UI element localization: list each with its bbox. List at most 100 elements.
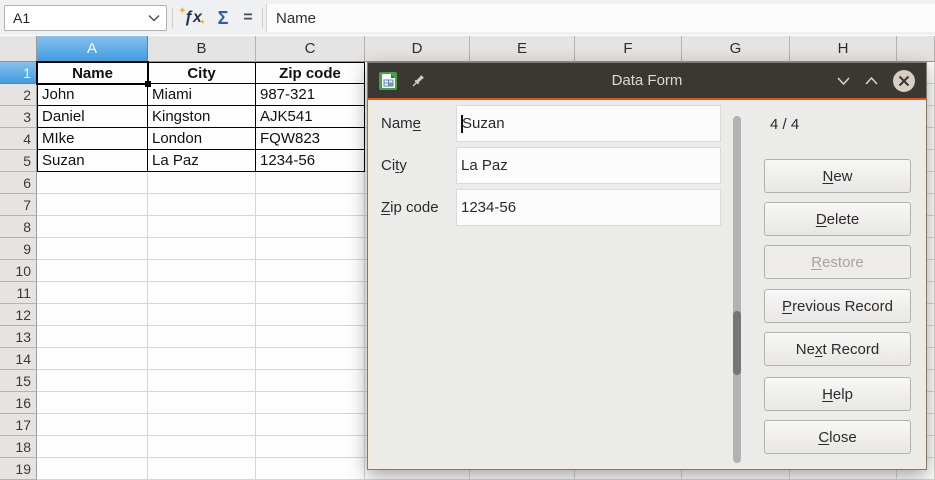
row-header-7[interactable]: 7	[0, 194, 37, 216]
row-header-18[interactable]: 18	[0, 436, 37, 458]
column-header-F[interactable]: F	[575, 36, 682, 62]
close-icon[interactable]	[892, 69, 916, 93]
cell-C18[interactable]	[256, 436, 365, 458]
cell-C2[interactable]: 987-321	[256, 84, 365, 106]
cell-B6[interactable]	[148, 172, 256, 194]
cell-B3[interactable]: Kingston	[148, 106, 256, 128]
cell-A17[interactable]	[37, 414, 148, 436]
pin-icon[interactable]	[410, 73, 426, 89]
sum-icon[interactable]: Σ	[210, 4, 236, 32]
cell-A4[interactable]: MIke	[37, 128, 148, 150]
fill-handle[interactable]	[145, 81, 151, 87]
cell-A12[interactable]	[37, 304, 148, 326]
cell-A2[interactable]: John	[37, 84, 148, 106]
cell-C17[interactable]	[256, 414, 365, 436]
row-header-6[interactable]: 6	[0, 172, 37, 194]
row-header-2[interactable]: 2	[0, 84, 37, 106]
chevron-down-icon[interactable]	[148, 14, 160, 22]
cell-A11[interactable]	[37, 282, 148, 304]
cell-C7[interactable]	[256, 194, 365, 216]
next-record-button[interactable]: Next Record	[764, 332, 911, 366]
cell-B2[interactable]: Miami	[148, 84, 256, 106]
cell-A19[interactable]	[37, 458, 148, 480]
cell-B19[interactable]	[148, 458, 256, 480]
row-header-14[interactable]: 14	[0, 348, 37, 370]
column-header-H[interactable]: H	[790, 36, 897, 62]
cell-B9[interactable]	[148, 238, 256, 260]
cell-B1[interactable]: City	[148, 62, 256, 84]
row-header-12[interactable]: 12	[0, 304, 37, 326]
row-header-19[interactable]: 19	[0, 458, 37, 480]
cell-B10[interactable]	[148, 260, 256, 282]
cell-B4[interactable]: London	[148, 128, 256, 150]
delete-button[interactable]: Delete	[764, 202, 911, 236]
row-header-8[interactable]: 8	[0, 216, 37, 238]
row-header-1[interactable]: 1	[0, 62, 37, 84]
cell-A6[interactable]	[37, 172, 148, 194]
name-input[interactable]: Suzan	[456, 105, 721, 142]
column-header-C[interactable]: C	[256, 36, 365, 62]
equals-icon[interactable]: =	[238, 4, 258, 32]
cell-A7[interactable]	[37, 194, 148, 216]
column-header-partial[interactable]	[897, 36, 935, 62]
cell-C15[interactable]	[256, 370, 365, 392]
cell-B5[interactable]: La Paz	[148, 150, 256, 172]
row-header-17[interactable]: 17	[0, 414, 37, 436]
cell-A9[interactable]	[37, 238, 148, 260]
row-header-11[interactable]: 11	[0, 282, 37, 304]
zip-code-input[interactable]: 1234-56	[456, 189, 721, 226]
cell-C9[interactable]	[256, 238, 365, 260]
close-button[interactable]: Close	[764, 420, 911, 454]
cell-B7[interactable]	[148, 194, 256, 216]
cell-A8[interactable]	[37, 216, 148, 238]
column-header-G[interactable]: G	[682, 36, 790, 62]
cell-C4[interactable]: FQW823	[256, 128, 365, 150]
cell-A16[interactable]	[37, 392, 148, 414]
cell-A5[interactable]: Suzan	[37, 150, 148, 172]
cell-C5[interactable]: 1234-56	[256, 150, 365, 172]
cell-B12[interactable]	[148, 304, 256, 326]
cell-B11[interactable]	[148, 282, 256, 304]
cell-C3[interactable]: AJK541	[256, 106, 365, 128]
cell-B13[interactable]	[148, 326, 256, 348]
cell-C19[interactable]	[256, 458, 365, 480]
previous-record-button[interactable]: Previous Record	[764, 289, 911, 323]
row-header-15[interactable]: 15	[0, 370, 37, 392]
cell-A14[interactable]	[37, 348, 148, 370]
scrollbar[interactable]	[733, 116, 741, 463]
select-all-corner[interactable]	[0, 36, 37, 62]
cell-B16[interactable]	[148, 392, 256, 414]
cell-A10[interactable]	[37, 260, 148, 282]
cell-B14[interactable]	[148, 348, 256, 370]
help-button[interactable]: Help	[764, 377, 911, 411]
row-header-10[interactable]: 10	[0, 260, 37, 282]
cell-C16[interactable]	[256, 392, 365, 414]
scrollbar-thumb[interactable]	[733, 311, 741, 375]
row-header-4[interactable]: 4	[0, 128, 37, 150]
column-header-D[interactable]: D	[365, 36, 470, 62]
cell-C10[interactable]	[256, 260, 365, 282]
cell-B8[interactable]	[148, 216, 256, 238]
cell-C1[interactable]: Zip code	[256, 62, 365, 84]
cell-C14[interactable]	[256, 348, 365, 370]
cell-A15[interactable]	[37, 370, 148, 392]
cell-C13[interactable]	[256, 326, 365, 348]
city-input[interactable]: La Paz	[456, 147, 721, 184]
cell-A3[interactable]: Daniel	[37, 106, 148, 128]
dialog-titlebar[interactable]: Data Form	[368, 63, 926, 98]
cell-B17[interactable]	[148, 414, 256, 436]
cell-B15[interactable]	[148, 370, 256, 392]
function-wizard-icon[interactable]: ƒx ✦✦	[178, 4, 208, 32]
row-header-9[interactable]: 9	[0, 238, 37, 260]
row-header-3[interactable]: 3	[0, 106, 37, 128]
cell-A13[interactable]	[37, 326, 148, 348]
chevron-down-icon[interactable]	[836, 76, 851, 86]
formula-input[interactable]: Name	[266, 4, 935, 32]
chevron-up-icon[interactable]	[864, 76, 879, 86]
cell-C6[interactable]	[256, 172, 365, 194]
row-header-13[interactable]: 13	[0, 326, 37, 348]
cell-B18[interactable]	[148, 436, 256, 458]
cell-reference-box[interactable]: A1	[4, 5, 167, 31]
row-header-5[interactable]: 5	[0, 150, 37, 172]
row-header-16[interactable]: 16	[0, 392, 37, 414]
